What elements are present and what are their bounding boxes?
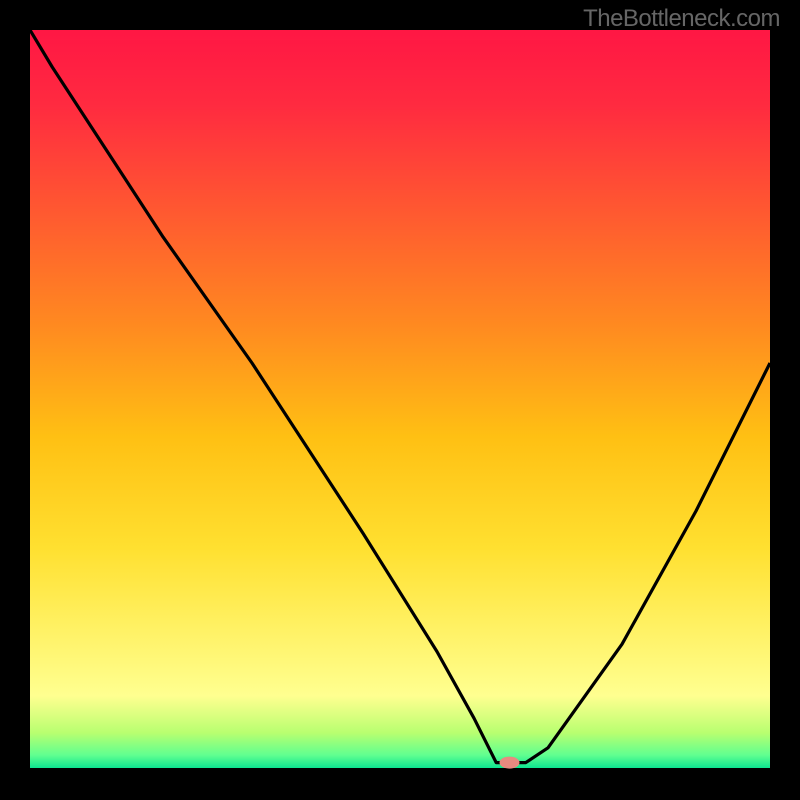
optimal-marker	[500, 757, 520, 769]
chart-svg	[30, 30, 770, 770]
plot-area	[30, 30, 770, 770]
chart-container: TheBottleneck.com	[0, 0, 800, 800]
gradient-background	[30, 30, 770, 770]
watermark-text: TheBottleneck.com	[583, 5, 780, 33]
